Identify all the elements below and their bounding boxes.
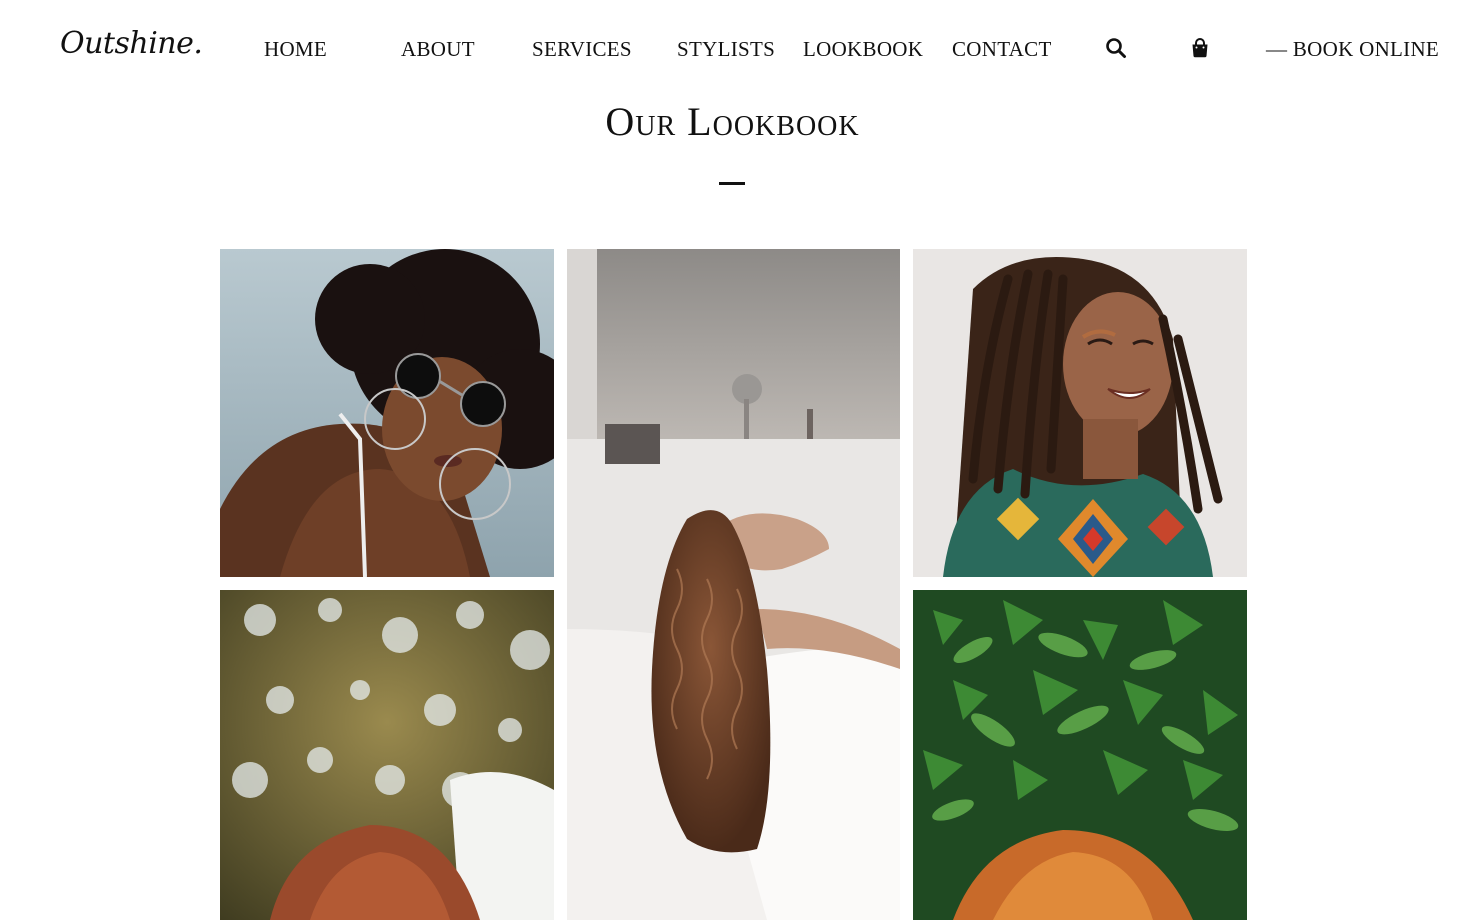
nav-lookbook[interactable]: LOOKBOOK [803,37,923,62]
nav-services[interactable]: SERVICES [532,37,632,62]
lookbook-photo-box-braids-smile[interactable] [913,249,1247,577]
lookbook-photo-curly-afro-sunglasses[interactable] [220,249,554,577]
shopping-bag-icon[interactable] [1188,36,1212,60]
nav-contact[interactable]: CONTACT [952,37,1052,62]
search-icon[interactable] [1104,36,1128,60]
nav-about[interactable]: ABOUT [401,37,475,62]
book-online-link[interactable]: — BOOK ONLINE [1266,37,1439,62]
title-divider [719,182,745,185]
nav-home[interactable]: HOME [264,37,327,62]
nav-stylists[interactable]: STYLISTS [677,37,775,62]
brand-logo[interactable]: Outshine. [60,26,203,61]
lookbook-photo-copper-hair-leaves[interactable] [913,590,1247,920]
page-title: Our Lookbook [605,99,860,144]
lookbook-photo-auburn-hair-bokeh[interactable] [220,590,554,920]
lookbook-photo-curly-hair-bathtub[interactable] [567,249,900,920]
